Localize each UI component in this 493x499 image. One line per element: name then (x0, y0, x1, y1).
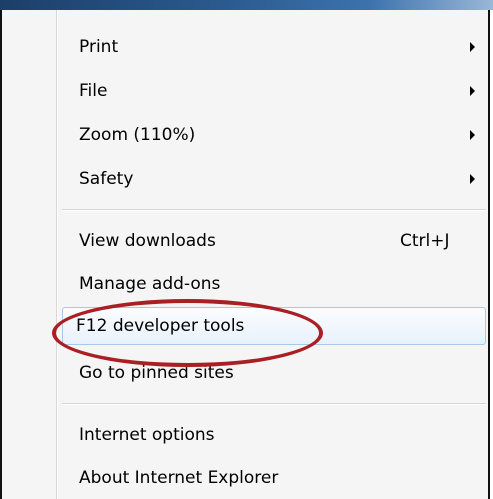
menu-item-label: About Internet Explorer (79, 468, 279, 488)
menu-item-print[interactable]: Print (6, 28, 486, 66)
menu-item-label: Safety (79, 169, 134, 189)
submenu-arrow-icon (470, 130, 475, 140)
window-title-bar (0, 0, 493, 10)
menu-item-manage-add-ons[interactable]: Manage add-ons (6, 265, 486, 303)
menu-item-about-internet-explorer[interactable]: About Internet Explorer (6, 459, 486, 497)
menu-item-safety[interactable]: Safety (6, 160, 486, 198)
keyboard-shortcut: Ctrl+J (400, 231, 450, 251)
menu-item-go-to-pinned-sites[interactable]: Go to pinned sites (6, 354, 486, 392)
menu-item-label: Print (79, 37, 119, 57)
submenu-arrow-icon (470, 42, 475, 52)
menu-item-label: Zoom (110%) (79, 125, 196, 145)
submenu-arrow-icon (470, 86, 475, 96)
menu-item-label: Internet options (79, 425, 215, 445)
menu-item-label: Manage add-ons (79, 274, 221, 294)
menu-item-label: F12 developer tools (76, 316, 245, 336)
menu-item-internet-options[interactable]: Internet options (6, 416, 486, 454)
menu-item-label: Go to pinned sites (79, 363, 234, 383)
menu-separator (62, 403, 486, 405)
menu-item-file[interactable]: File (6, 72, 486, 110)
tools-menu: Print File Zoom (110%) Safety View downl… (0, 10, 490, 499)
menu-item-label: File (79, 81, 108, 101)
menu-item-f12-developer-tools[interactable]: F12 developer tools (62, 307, 486, 345)
menu-separator (62, 209, 486, 211)
submenu-arrow-icon (470, 174, 475, 184)
menu-item-view-downloads[interactable]: View downloads Ctrl+J (6, 222, 486, 260)
menu-item-zoom[interactable]: Zoom (110%) (6, 116, 486, 154)
menu-item-label: View downloads (79, 231, 216, 251)
